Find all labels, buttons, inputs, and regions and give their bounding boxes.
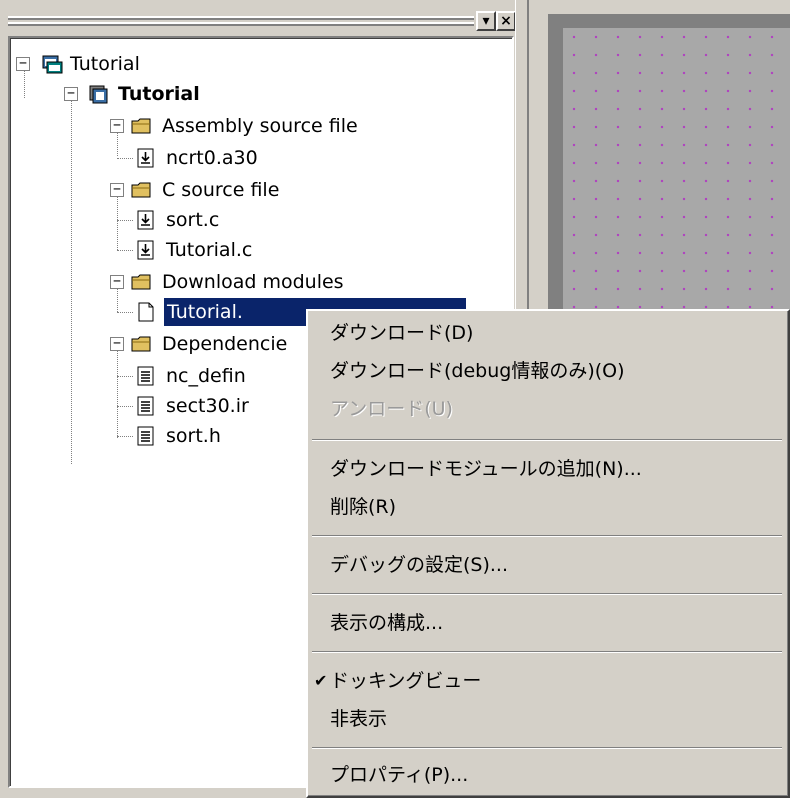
source-file-icon [137,240,154,260]
menu-separator [312,651,782,653]
collapse-toggle[interactable]: − [110,337,124,351]
collapse-toggle[interactable]: − [110,119,124,133]
menu-item-download-debug-only[interactable]: ダウンロード(debug情報のみ)(O) [308,355,788,387]
context-menu: ダウンロード(D) ダウンロード(debug情報のみ)(O) アンロード(U) … [306,309,790,798]
tree-node-label: C source file [162,179,280,201]
blank-file-icon [138,302,154,322]
menu-separator [312,535,782,537]
menu-item-hide[interactable]: 非表示 [308,703,788,735]
tree-node-folder[interactable]: − Download modules [10,268,510,296]
folder-icon [131,182,151,198]
tree-node-folder[interactable]: − Assembly source file [10,112,510,140]
tree-node-file[interactable]: sort.c [10,206,510,234]
folder-icon [131,274,151,290]
header-file-icon [137,426,154,446]
menu-item-debug-settings[interactable]: デバッグの設定(S)... [308,549,788,581]
tree-node-label: sort.c [166,209,220,231]
collapse-toggle[interactable]: − [16,57,30,71]
chevron-down-icon: ▾ [482,13,490,29]
tree-node-label: sect30.ir [166,395,249,417]
source-file-icon [137,210,154,230]
tree-node-file[interactable]: Tutorial.c [10,236,510,264]
tree-node-label: Tutorial.c [166,239,253,261]
tree-node-label: nc_defin [166,365,246,387]
tree-node-folder[interactable]: − C source file [10,176,510,204]
header-file-icon [137,396,154,416]
menu-item-display-config[interactable]: 表示の構成... [308,607,788,639]
menu-item-delete[interactable]: 削除(R) [308,491,788,523]
source-file-icon [137,148,154,168]
menu-item-unload: アンロード(U) [330,398,453,420]
checkmark-icon: ✔ [314,671,328,690]
folder-icon [131,336,151,352]
folder-icon [131,118,151,134]
tree-node-label: Download modules [162,271,344,293]
collapse-toggle[interactable]: − [64,87,78,101]
menu-item-properties[interactable]: プロパティ(P)... [308,759,788,791]
pane-close-button[interactable]: × [496,11,516,31]
pane-menu-button[interactable]: ▾ [476,11,496,31]
tree-node-project[interactable]: − Tutorial [10,80,510,108]
menu-item-download[interactable]: ダウンロード(D) [308,317,788,349]
workspace-icon [42,55,63,74]
tree-node-workspace[interactable]: − Tutorial [10,50,510,78]
tree-node-file[interactable]: ncrt0.a30 [10,144,510,172]
collapse-toggle[interactable]: − [110,275,124,289]
collapse-toggle[interactable]: − [110,183,124,197]
menu-separator [312,593,782,595]
menu-separator [312,439,782,441]
menu-separator [312,747,782,749]
tree-node-label: Tutorial [118,83,200,105]
tree-node-label: Tutorial [70,53,140,75]
menu-item-add-download-module[interactable]: ダウンロードモジュールの追加(N)... [308,453,788,485]
close-icon: × [500,13,512,29]
pane-grip[interactable] [8,13,474,29]
menu-item-docking-view[interactable]: ✔ ドッキングビュー [308,665,788,697]
tree-node-label: sort.h [166,425,221,447]
header-file-icon [137,366,154,386]
tree-node-label: ncrt0.a30 [166,147,258,169]
tree-node-label: Dependencie [162,333,288,355]
tree-node-label: Assembly source file [162,115,358,137]
project-icon [89,85,108,104]
